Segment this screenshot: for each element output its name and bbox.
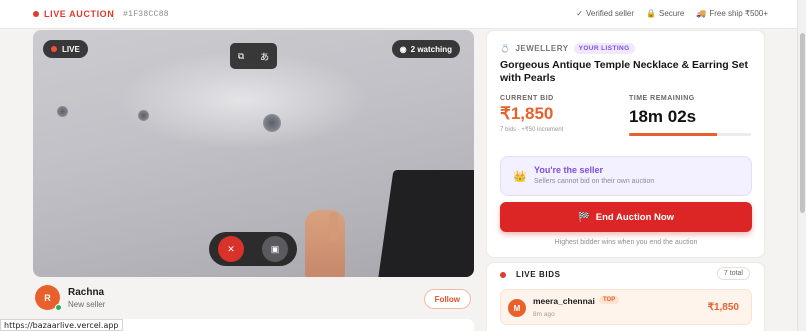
- bids-total-badge: 7 total: [716, 267, 750, 280]
- seller-notice: 👑 You're the seller Sellers cannot bid o…: [500, 156, 752, 196]
- time-remaining-value: 18m 02s: [629, 107, 697, 126]
- your-listing-badge: YOUR LISTING: [573, 43, 635, 54]
- hand-thumbs-up: [305, 210, 345, 277]
- current-bid-value: ₹1,850: [500, 104, 554, 123]
- ceiling-light: [57, 106, 68, 117]
- divider: [113, 9, 114, 20]
- bid-meta: 7 bids · +₹50 increment: [500, 127, 564, 133]
- seller-role: New seller: [68, 300, 106, 309]
- lock-icon: 🔒: [646, 9, 656, 18]
- live-bids-panel: LIVE BIDS 7 total M meera_chennai TOP 8m…: [486, 262, 765, 331]
- category-row: 💍 JEWELLERY YOUR LISTING: [500, 43, 635, 54]
- listing-panel: 💍 JEWELLERY YOUR LISTING Gorgeous Antiqu…: [486, 30, 765, 258]
- eye-icon: ◉: [399, 44, 407, 54]
- live-bids-title: LIVE BIDS: [500, 270, 561, 279]
- end-auction-button[interactable]: 🏁 End Auction Now: [500, 202, 752, 232]
- live-dot-icon: [51, 46, 57, 52]
- bidder-avatar: M: [508, 299, 526, 317]
- online-indicator: [55, 304, 62, 311]
- top-bid-badge: TOP: [599, 296, 620, 304]
- trust-secure: 🔒 Secure: [646, 9, 685, 18]
- camera-icon[interactable]: ▣: [262, 236, 288, 262]
- ceiling-light: [263, 114, 281, 132]
- scrollbar[interactable]: [797, 0, 806, 331]
- live-badge: LIVE: [43, 40, 88, 58]
- current-bid-label: CURRENT BID: [500, 95, 554, 102]
- translate-icon[interactable]: あ: [260, 50, 269, 63]
- time-progress-bar: [629, 133, 751, 136]
- media-controls: ✕ ▣: [209, 232, 297, 266]
- auction-id: #1F38CC88: [123, 10, 169, 19]
- live-dot-icon: [500, 271, 506, 278]
- live-auction-label: LIVE AUCTION: [33, 9, 114, 19]
- truck-icon: 🚚: [696, 9, 707, 18]
- category-label: JEWELLERY: [515, 44, 569, 53]
- video-background-object: [376, 170, 474, 277]
- bidder-name: meera_chennai: [533, 296, 595, 306]
- time-remaining-label: TIME REMAINING: [629, 95, 695, 102]
- end-auction-hint: Highest bidder wins when you end the auc…: [554, 239, 698, 246]
- live-dot-icon: [33, 11, 39, 17]
- list-item: M meera_chennai TOP 8m ago ₹1,850: [500, 289, 752, 325]
- check-icon: ✓: [576, 9, 583, 18]
- camera-flip-icon[interactable]: ⧉: [238, 51, 244, 62]
- video-top-controls: ⧉ あ: [230, 43, 277, 69]
- seller-notice-title: You're the seller: [534, 165, 603, 175]
- crown-icon: 👑: [513, 171, 527, 183]
- seller-info: R Rachna New seller Follow: [33, 285, 474, 315]
- status-url: https://bazaarlive.vercel.app: [0, 319, 123, 331]
- trust-badges: ✓ Verified seller 🔒 Secure 🚚 Free ship ₹500…: [576, 9, 768, 18]
- ring-icon: 💍: [500, 44, 511, 53]
- bid-amount: ₹1,850: [707, 302, 739, 313]
- top-bar: LIVE AUCTION #1F38CC88 ✓ Verified seller …: [0, 0, 806, 29]
- mic-muted-icon[interactable]: ✕: [218, 236, 244, 262]
- trust-verified: ✓ Verified seller: [576, 9, 635, 18]
- follow-button[interactable]: Follow: [423, 289, 471, 309]
- trust-shipping: 🚚 Free ship ₹500+: [696, 9, 768, 18]
- seller-notice-subtitle: Sellers cannot bid on their own auction: [534, 178, 655, 185]
- ceiling-light: [138, 110, 149, 121]
- watching-count: ◉ 2 watching: [391, 40, 460, 58]
- scrollbar-thumb[interactable]: [800, 33, 805, 213]
- bid-time: 8m ago: [533, 311, 555, 318]
- live-video-stream[interactable]: LIVE ⧉ あ ◉ 2 watching ✕ ▣: [33, 30, 474, 277]
- listing-title: Gorgeous Antique Temple Necklace & Earri…: [500, 59, 748, 84]
- checkered-flag-icon: 🏁: [577, 211, 590, 223]
- thumb: [329, 212, 338, 242]
- time-progress-fill: [629, 133, 717, 136]
- seller-name: Rachna: [68, 287, 105, 298]
